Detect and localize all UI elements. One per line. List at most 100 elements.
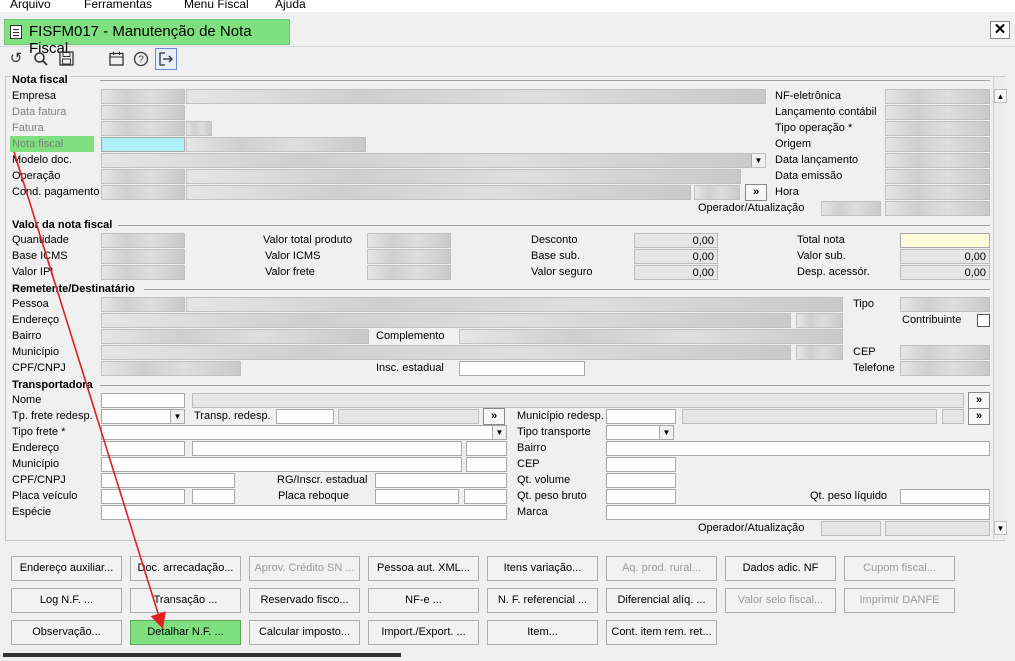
endereco-auxiliar-button[interactable]: Endereço auxiliar...	[11, 556, 122, 581]
transp-cep-field[interactable]	[606, 457, 676, 472]
exit-icon[interactable]	[155, 48, 177, 70]
quantidade-field	[101, 233, 185, 248]
placa-reboque-field[interactable]	[375, 489, 459, 504]
detalhar-nf-button[interactable]: Detalhar N.F. ...	[130, 620, 241, 645]
calendar-icon[interactable]	[105, 48, 127, 70]
valor-selo-fiscal-button[interactable]: Valor selo fiscal...	[725, 588, 836, 613]
scroll-up-icon[interactable]: ▲	[994, 89, 1007, 103]
save-icon[interactable]	[55, 48, 77, 70]
cont-item-rem-ret-button[interactable]: Cont. item rem. ret...	[606, 620, 717, 645]
municipio-redesp-code-field[interactable]	[606, 409, 676, 424]
chevron-down-icon[interactable]: ▼	[170, 410, 184, 423]
transp-nome-more-button[interactable]: »	[968, 392, 990, 409]
label-data-lancamento: Data lançamento	[775, 154, 859, 166]
data-lancamento-field[interactable]	[885, 153, 990, 168]
close-button[interactable]: ✕	[990, 21, 1010, 39]
chevron-down-icon[interactable]: ▼	[492, 426, 506, 439]
log-nf-button[interactable]: Log N.F. ...	[11, 588, 122, 613]
marca-field[interactable]	[606, 505, 990, 520]
pessoa-name-field	[186, 297, 843, 312]
diferencial-aliq-button[interactable]: Diferencial alíq. ...	[606, 588, 717, 613]
qt-peso-bruto-field[interactable]	[606, 489, 676, 504]
menu-bar: Arquivo Ferramentas Menu Fiscal Ajuda	[0, 0, 1015, 12]
cond-pagamento-code-field[interactable]	[101, 185, 185, 200]
operacao-code-field[interactable]	[101, 169, 185, 184]
menu-fiscal[interactable]: Menu Fiscal	[184, 0, 249, 11]
transp-municipio-uf-field[interactable]	[466, 457, 507, 472]
desconto-field: 0,00	[634, 233, 718, 248]
nota-fiscal-field[interactable]	[101, 137, 185, 152]
menu-ferramentas[interactable]: Ferramentas	[84, 0, 152, 11]
nf-e-button[interactable]: NF-e ...	[368, 588, 479, 613]
qt-peso-liquido-field[interactable]	[900, 489, 990, 504]
hora-field[interactable]	[885, 185, 990, 200]
transp-endereco-field[interactable]	[101, 441, 185, 456]
itens-variacao-button[interactable]: Itens variação...	[487, 556, 598, 581]
pessoa-aut-xml-button[interactable]: Pessoa aut. XML...	[368, 556, 479, 581]
label-fatura: Fatura	[12, 122, 44, 134]
doc-arrecadacao-button[interactable]: Doc. arrecadação...	[130, 556, 241, 581]
transp-nome-desc-field	[192, 393, 964, 408]
transp-endereco-desc-field[interactable]	[192, 441, 462, 456]
tp-frete-redesp-select[interactable]: ▼	[101, 409, 185, 424]
especie-field[interactable]	[101, 505, 507, 520]
contribuinte-checkbox[interactable]	[977, 314, 990, 327]
placa-reboque-uf-field[interactable]	[464, 489, 507, 504]
imprimir-danfe-button[interactable]: Imprimir DANFE	[844, 588, 955, 613]
transp-bairro-field[interactable]	[606, 441, 990, 456]
valor-ipi-field	[101, 265, 185, 280]
tipo-operacao-field[interactable]	[885, 121, 990, 136]
municipio-redesp-more-button[interactable]: »	[968, 408, 990, 425]
aprov-credito-sn-button[interactable]: Aprov. Crédito SN ...	[249, 556, 360, 581]
import-export-button[interactable]: Import./Export. ...	[368, 620, 479, 645]
item-button[interactable]: Item...	[487, 620, 598, 645]
transacao-button[interactable]: Transação ...	[130, 588, 241, 613]
label-quantidade: Quantidade	[12, 234, 69, 246]
search-icon[interactable]	[30, 48, 52, 70]
form-scrollbar[interactable]: ▲ ▼	[993, 77, 1007, 539]
placa-veiculo-uf-field[interactable]	[192, 489, 235, 504]
label-tp-frete-redesp: Tp. frete redesp.	[12, 410, 93, 422]
menu-ajuda[interactable]: Ajuda	[275, 0, 306, 11]
help-icon[interactable]: ?	[130, 48, 152, 70]
insc-estadual-field[interactable]	[459, 361, 585, 376]
toolbar: ↺ ?	[0, 48, 1015, 72]
empresa-code-field[interactable]	[101, 89, 185, 104]
transp-redesp-more-button[interactable]: »	[483, 408, 505, 425]
chevron-down-icon[interactable]: ▼	[659, 426, 673, 439]
label-transp-nome: Nome	[12, 394, 42, 406]
tipo-transporte-select[interactable]: ▼	[606, 425, 674, 440]
operador-field	[821, 201, 881, 216]
tipo-frete-select[interactable]: ▼	[101, 425, 507, 440]
nf-referencial-button[interactable]: N. F. referencial ...	[487, 588, 598, 613]
chevron-down-icon[interactable]: ▼	[751, 154, 765, 167]
label-base-icms: Base ICMS	[12, 250, 68, 262]
transp-nome-code-field[interactable]	[101, 393, 185, 408]
modelo-doc-select[interactable]: ▼	[101, 153, 766, 168]
reservado-fisco-button[interactable]: Reservado fisco...	[249, 588, 360, 613]
aq-prod-rural-button[interactable]: Aq. prod. rural...	[606, 556, 717, 581]
pessoa-code-field[interactable]	[101, 297, 185, 312]
label-telefone: Telefone	[853, 362, 895, 374]
cupom-fiscal-button[interactable]: Cupom fiscal...	[844, 556, 955, 581]
transp-municipio-field[interactable]	[101, 457, 462, 472]
rg-inscr-field[interactable]	[375, 473, 507, 488]
cond-pagamento-more-button[interactable]: »	[745, 184, 767, 201]
transp-redesp-code-field[interactable]	[276, 409, 334, 424]
label-qt-peso-liquido: Qt. peso líquido	[810, 490, 888, 502]
cpf-cnpj-field	[101, 361, 241, 376]
qt-volume-field[interactable]	[606, 473, 676, 488]
menu-arquivo[interactable]: Arquivo	[10, 0, 51, 11]
dados-adic-nf-button[interactable]: Dados adic. NF	[725, 556, 836, 581]
observacao-button[interactable]: Observação...	[11, 620, 122, 645]
undo-icon[interactable]: ↺	[5, 48, 27, 70]
transp-endereco-numero-field[interactable]	[466, 441, 507, 456]
transp-cpf-cnpj-field[interactable]	[101, 473, 235, 488]
placa-veiculo-field[interactable]	[101, 489, 185, 504]
scroll-down-icon[interactable]: ▼	[994, 521, 1007, 535]
label-empresa: Empresa	[12, 90, 57, 102]
fatura-field	[101, 121, 185, 136]
calcular-imposto-button[interactable]: Calcular imposto...	[249, 620, 360, 645]
data-emissao-field[interactable]	[885, 169, 990, 184]
desconto-value: 0,00	[692, 235, 714, 247]
